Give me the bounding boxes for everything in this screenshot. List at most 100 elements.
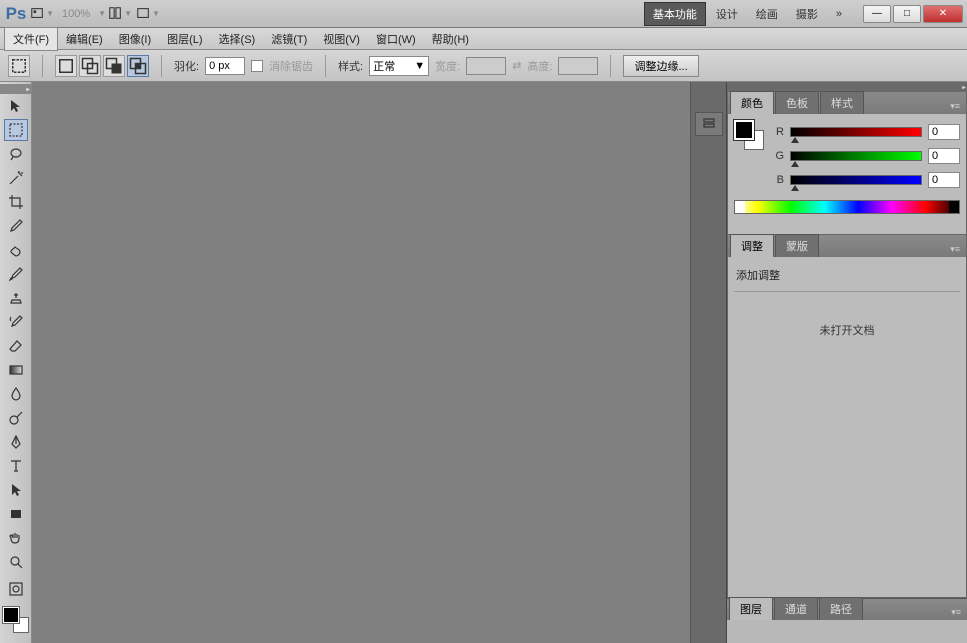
tools-collapse-handle[interactable] xyxy=(0,84,31,94)
quick-mask-tool[interactable] xyxy=(4,578,28,600)
minimize-button[interactable]: — xyxy=(863,5,891,23)
bridge-icon[interactable]: ▼ xyxy=(30,4,54,24)
feather-label: 羽化: xyxy=(174,58,199,74)
tab-color[interactable]: 颜色 xyxy=(730,91,774,114)
tool-preset-icon[interactable] xyxy=(8,55,30,77)
path-selection-tool[interactable] xyxy=(4,479,28,501)
brush-tool[interactable] xyxy=(4,263,28,285)
menu-window[interactable]: 窗口(W) xyxy=(368,28,424,50)
style-select[interactable]: 正常 ▼ xyxy=(369,56,429,76)
b-value-input[interactable] xyxy=(928,172,960,188)
dodge-tool[interactable] xyxy=(4,407,28,429)
panel-color-swatches[interactable] xyxy=(734,120,764,150)
tab-layers[interactable]: 图层 xyxy=(729,597,773,620)
workspace-photography[interactable]: 摄影 xyxy=(788,3,826,25)
refine-edge-button[interactable]: 调整边缘... xyxy=(623,55,698,77)
workspace-more[interactable]: » xyxy=(828,5,850,23)
chevron-down-icon: ▼ xyxy=(414,60,425,72)
history-panel-icon[interactable] xyxy=(695,112,723,136)
adjustments-panel-tabs: 调整 蒙版 ▾≡ xyxy=(728,235,966,257)
marquee-tool[interactable] xyxy=(4,119,28,141)
selection-new-icon[interactable] xyxy=(55,55,77,77)
layers-panel-menu-icon[interactable]: ▾≡ xyxy=(945,605,967,620)
healing-brush-tool[interactable] xyxy=(4,239,28,261)
crop-tool[interactable] xyxy=(4,191,28,213)
swap-wh-icon: ⇄ xyxy=(512,59,521,72)
zoom-dropdown-icon[interactable]: ▼ xyxy=(98,9,106,18)
divider xyxy=(734,291,960,292)
menu-layer[interactable]: 图层(L) xyxy=(159,28,210,50)
eyedropper-tool[interactable] xyxy=(4,215,28,237)
menu-file[interactable]: 文件(F) xyxy=(4,27,58,51)
g-value-input[interactable] xyxy=(928,148,960,164)
g-slider[interactable] xyxy=(790,151,922,161)
right-panel-group: 颜色 色板 样式 ▾≡ R G xyxy=(727,82,967,643)
clone-stamp-tool[interactable] xyxy=(4,287,28,309)
title-bar: Ps ▼ 100% ▼ ▼ ▼ 基本功能 设计 绘画 摄影 » — □ ✕ xyxy=(0,0,967,28)
adjustments-panel-menu-icon[interactable]: ▾≡ xyxy=(944,242,966,257)
selection-mode-group xyxy=(55,55,149,77)
menu-bar: 文件(F) 编辑(E) 图像(I) 图层(L) 选择(S) 滤镜(T) 视图(V… xyxy=(0,28,967,50)
color-panel-tabs: 颜色 色板 样式 ▾≡ xyxy=(728,92,966,114)
history-brush-tool[interactable] xyxy=(4,311,28,333)
r-value-input[interactable] xyxy=(928,124,960,140)
options-bar: 羽化: 消除锯齿 样式: 正常▼ 宽度: ⇄ 高度: 调整边缘... xyxy=(0,50,967,82)
color-spectrum[interactable] xyxy=(734,200,960,214)
style-label: 样式: xyxy=(338,58,363,74)
blur-tool[interactable] xyxy=(4,383,28,405)
zoom-level[interactable]: 100% xyxy=(62,8,90,20)
zoom-tool[interactable] xyxy=(4,551,28,573)
close-button[interactable]: ✕ xyxy=(923,5,963,23)
adjustments-panel-body: 添加调整 未打开文档 xyxy=(728,257,966,597)
eraser-tool[interactable] xyxy=(4,335,28,357)
menu-view[interactable]: 视图(V) xyxy=(315,28,368,50)
tab-adjustments[interactable]: 调整 xyxy=(730,234,774,257)
menu-help[interactable]: 帮助(H) xyxy=(424,28,477,50)
collapsed-panel-dock xyxy=(691,82,727,643)
magic-wand-tool[interactable] xyxy=(4,167,28,189)
foreground-swatch[interactable] xyxy=(3,607,19,623)
pen-tool[interactable] xyxy=(4,431,28,453)
green-slider-row: G xyxy=(772,144,960,168)
menu-edit[interactable]: 编辑(E) xyxy=(58,28,111,50)
menu-select[interactable]: 选择(S) xyxy=(211,28,264,50)
arrange-docs-icon[interactable]: ▼ xyxy=(108,4,132,24)
move-tool[interactable] xyxy=(4,95,28,117)
color-panel-menu-icon[interactable]: ▾≡ xyxy=(944,99,966,114)
maximize-button[interactable]: □ xyxy=(893,5,921,23)
workspace-painting[interactable]: 绘画 xyxy=(748,3,786,25)
panel-foreground-swatch[interactable] xyxy=(734,120,754,140)
app-logo: Ps xyxy=(4,4,28,24)
menu-filter[interactable]: 滤镜(T) xyxy=(263,28,315,50)
feather-input[interactable] xyxy=(205,57,245,75)
selection-intersect-icon[interactable] xyxy=(127,55,149,77)
r-slider[interactable] xyxy=(790,127,922,137)
r-label: R xyxy=(772,126,784,138)
b-label: B xyxy=(772,174,784,186)
tab-swatches[interactable]: 色板 xyxy=(775,91,819,114)
type-tool[interactable] xyxy=(4,455,28,477)
width-input xyxy=(466,57,506,75)
workspace-design[interactable]: 设计 xyxy=(708,3,746,25)
tab-paths[interactable]: 路径 xyxy=(819,597,863,620)
tab-channels[interactable]: 通道 xyxy=(774,597,818,620)
screen-mode-icon[interactable]: ▼ xyxy=(136,4,160,24)
document-canvas[interactable] xyxy=(32,82,691,643)
selection-subtract-icon[interactable] xyxy=(103,55,125,77)
hand-tool[interactable] xyxy=(4,527,28,549)
lasso-tool[interactable] xyxy=(4,143,28,165)
rectangle-tool[interactable] xyxy=(4,503,28,525)
gradient-tool[interactable] xyxy=(4,359,28,381)
selection-add-icon[interactable] xyxy=(79,55,101,77)
style-value: 正常 xyxy=(373,58,395,74)
menu-image[interactable]: 图像(I) xyxy=(111,28,159,50)
color-swatches[interactable] xyxy=(3,607,29,633)
tab-masks[interactable]: 蒙版 xyxy=(775,234,819,257)
color-panel: 颜色 色板 样式 ▾≡ R G xyxy=(727,92,967,235)
tab-styles[interactable]: 样式 xyxy=(820,91,864,114)
red-slider-row: R xyxy=(772,120,960,144)
b-slider[interactable] xyxy=(790,175,922,185)
layers-panel-tabs: 图层 通道 路径 ▾≡ xyxy=(727,598,967,620)
workspace-basic[interactable]: 基本功能 xyxy=(644,2,706,26)
main-area: 颜色 色板 样式 ▾≡ R G xyxy=(0,82,967,643)
